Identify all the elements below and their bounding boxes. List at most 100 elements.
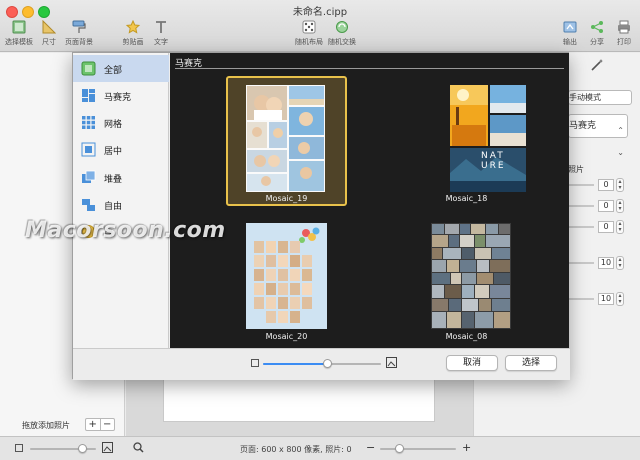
template-name: Mosaic_20 [265,332,308,341]
shuffle-icon [335,20,349,34]
random-swap-button[interactable]: 随机交换 [326,20,358,47]
stepper-slider[interactable] [568,226,594,228]
template-size-slider-fill [263,363,328,365]
category-stack[interactable]: 堆叠 [73,164,169,191]
category-label: 堆叠 [104,175,123,185]
template-icon [12,20,26,34]
choose-template-label: 选择模板 [5,38,33,46]
template-card-mosaic-20[interactable]: Mosaic_20 [226,218,347,348]
page-zoom-slider-knob[interactable] [394,444,404,453]
template-card-mosaic-19[interactable]: Mosaic_19 [226,76,347,206]
nature-text-line-1: NAT [481,151,505,161]
template-name: Mosaic_19 [265,194,308,203]
thumb-large-icon [102,442,113,456]
choose-button[interactable]: 选择 [505,355,557,371]
layout-type-select[interactable]: 马赛克 ⌃ ⌄ [568,114,628,157]
zoom-out-button[interactable]: − [366,441,375,454]
category-grid[interactable]: 网格 [73,109,169,136]
choose-template-button[interactable]: 选择模板 [2,20,36,47]
category-freeform[interactable]: 自由 [73,191,169,218]
template-thumbnail [246,85,325,192]
gallery-divider [175,68,564,69]
thumb-large-icon [386,357,397,371]
stepper-value[interactable]: 0 [598,221,614,233]
watermark-text: Macorsoon.com [25,218,226,243]
stepper-arrows[interactable]: ▴ ▾ [616,256,624,270]
category-label: 马赛克 [104,93,132,103]
size-label: 尺寸 [42,38,56,46]
category-label: 自由 [104,202,123,212]
stack-icon [81,170,96,185]
share-button[interactable]: 分享 [587,20,607,47]
export-icon [563,20,577,34]
stepper-arrows[interactable]: ▴ ▾ [616,199,624,213]
clipart-label: 剪贴画 [122,38,144,46]
stepper-value[interactable]: 0 [598,200,614,212]
remove-photo-button[interactable]: − [101,419,115,430]
size-button[interactable]: 尺寸 [38,19,60,47]
stepper-arrows[interactable]: ▴ ▾ [616,220,624,234]
add-photos-label: 拖放添加照片 [22,421,70,430]
add-photo-button[interactable]: + [86,419,101,430]
layout-type-value: 马赛克 [569,121,597,131]
zoom-magnifier-icon[interactable] [133,442,144,456]
text-button[interactable]: 文字 [150,20,172,47]
category-all[interactable]: 全部 [73,55,169,82]
print-label: 打印 [617,38,631,46]
star-icon [125,19,141,34]
stepper-slider[interactable] [568,184,594,186]
stepper-arrows[interactable]: ▴ ▾ [616,292,624,306]
updown-chevron-icon: ⌃ ⌄ [617,126,624,157]
freeform-icon [81,197,96,212]
template-name: Mosaic_08 [445,332,488,341]
template-thumbnail [431,223,511,329]
stepper-slider[interactable] [568,298,594,300]
paint-roller-icon [72,20,86,34]
random-layout-button[interactable]: 随机布局 [293,20,325,47]
page-background-button[interactable]: 页面背景 [62,20,96,47]
thumb-small-icon [15,444,23,455]
page-background-label: 页面背景 [65,38,93,46]
share-label: 分享 [590,38,604,46]
magic-wand-icon[interactable] [590,58,604,75]
nature-text-line-2: URE [481,161,506,171]
template-dialog: 全部 马赛克 网格 居中 堆叠 自由 自 马赛克 Mosaic_19 NAT U… [72,52,570,380]
export-label: 输出 [563,38,577,46]
print-icon [617,20,631,34]
template-category-list: 全部 马赛克 网格 居中 堆叠 自由 自 [73,53,169,348]
print-button[interactable]: 打印 [613,20,635,47]
zoom-in-button[interactable]: + [462,441,471,454]
category-label: 居中 [104,147,123,157]
category-label: 网格 [104,120,123,130]
ruler-icon [42,19,57,34]
template-name: Mosaic_18 [445,194,488,203]
cancel-button[interactable]: 取消 [446,355,498,371]
stepper-arrows[interactable]: ▴ ▾ [616,178,624,192]
template-gallery[interactable]: 马赛克 Mosaic_19 NAT URE Mosaic_18 Mosaic_2… [170,53,569,348]
stepper-slider[interactable] [568,262,594,264]
manual-mode-button[interactable]: 手动模式 [568,90,632,105]
template-card-mosaic-08[interactable]: Mosaic_08 [406,218,527,348]
canvas-page[interactable] [163,375,435,422]
export-button[interactable]: 输出 [560,20,580,47]
title-toolbar: 未命名.cipp 选择模板 尺寸 页面背景 剪贴画 文字 随机布局 随机交换 输… [0,0,640,52]
stepper-value[interactable]: 10 [598,257,614,269]
stepper-slider[interactable] [568,205,594,207]
category-center[interactable]: 居中 [73,136,169,163]
dice-icon [302,20,316,34]
page-info: 页面: 600 x 800 像素, 照片: 0 [240,445,352,454]
grid-icon [81,115,96,130]
template-thumbnail: NAT URE [411,85,526,192]
random-swap-label: 随机交换 [328,38,356,46]
clipart-button[interactable]: 剪贴画 [120,19,146,47]
center-icon [81,142,96,157]
stepper-value[interactable]: 0 [598,179,614,191]
template-thumbnail [246,223,327,329]
stepper-value[interactable]: 10 [598,293,614,305]
nature-overlay-text: NAT URE [481,151,521,171]
template-card-mosaic-18[interactable]: NAT URE Mosaic_18 [406,76,527,206]
photos-label: 照片 [568,165,584,174]
text-label: 文字 [154,38,168,46]
category-mosaic[interactable]: 马赛克 [73,82,169,109]
page-zoom-slider[interactable] [380,448,456,450]
